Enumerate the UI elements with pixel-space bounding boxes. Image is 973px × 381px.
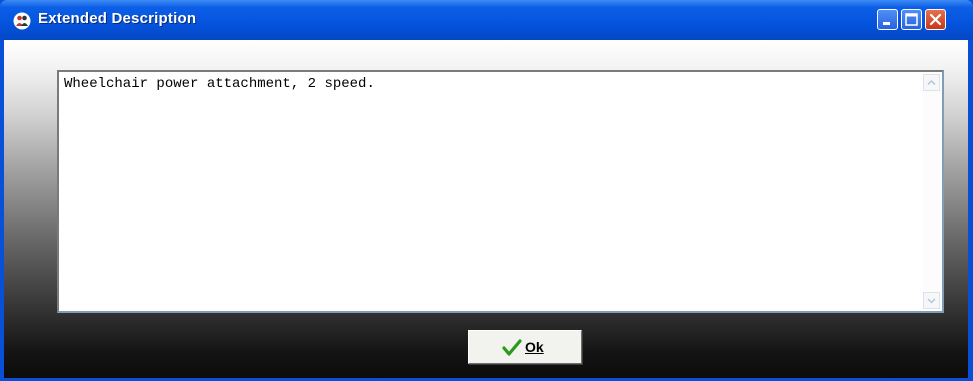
chevron-down-icon bbox=[927, 298, 936, 304]
dialog-window: Extended Description Wheelchair power at… bbox=[0, 0, 973, 381]
vertical-scrollbar[interactable] bbox=[923, 74, 940, 309]
minimize-button[interactable] bbox=[877, 9, 898, 30]
ok-button-label: Ok bbox=[525, 339, 544, 355]
dialog-body: Wheelchair power attachment, 2 speed. Ok bbox=[4, 40, 968, 378]
description-textarea[interactable]: Wheelchair power attachment, 2 speed. bbox=[57, 70, 944, 313]
close-icon bbox=[929, 13, 942, 26]
app-people-icon bbox=[13, 12, 31, 30]
description-text: Wheelchair power attachment, 2 speed. bbox=[64, 76, 375, 92]
ok-button[interactable]: Ok bbox=[468, 330, 582, 364]
chevron-up-icon bbox=[927, 79, 936, 86]
scroll-down-button[interactable] bbox=[923, 292, 940, 309]
close-button[interactable] bbox=[925, 9, 946, 30]
maximize-button[interactable] bbox=[901, 9, 922, 30]
window-title: Extended Description bbox=[38, 10, 197, 27]
minimize-icon bbox=[883, 22, 890, 25]
checkmark-icon bbox=[502, 339, 522, 362]
maximize-icon bbox=[905, 13, 918, 26]
scroll-up-button[interactable] bbox=[923, 74, 940, 91]
title-bar[interactable]: Extended Description bbox=[0, 0, 973, 40]
